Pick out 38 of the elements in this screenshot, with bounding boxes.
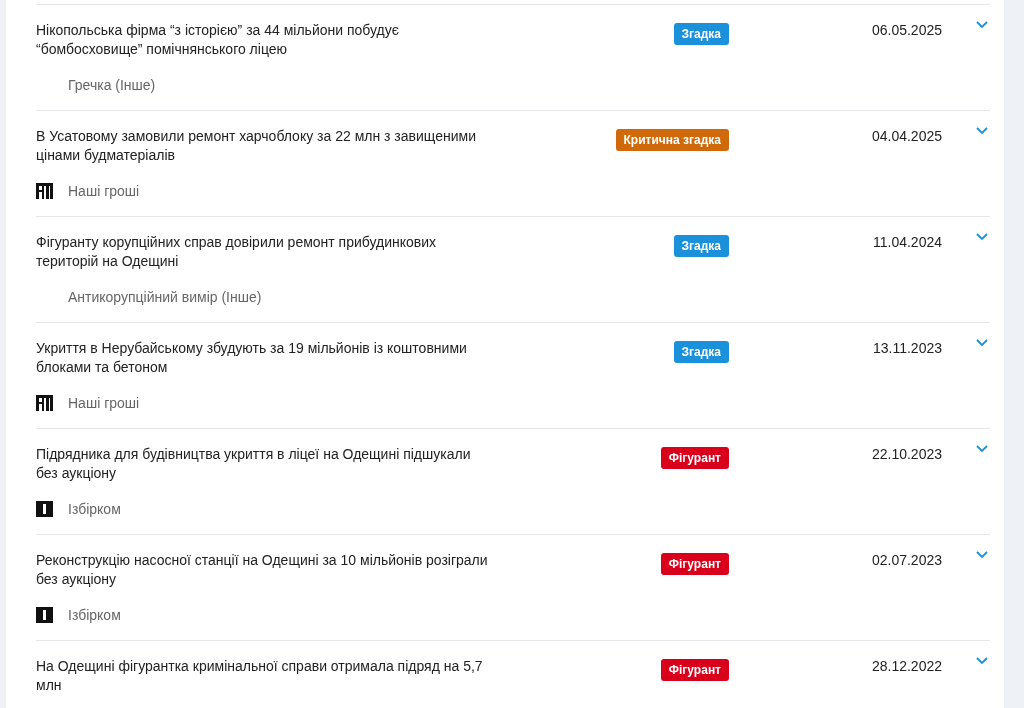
article-date: 02.07.2023	[871, 551, 942, 570]
chevron-down-icon[interactable]	[976, 339, 988, 347]
article-date: 11.04.2024	[872, 233, 942, 252]
chevron-down-icon[interactable]	[976, 21, 988, 29]
status-tag: Критична згадка	[615, 129, 729, 151]
article-date: 04.04.2025	[871, 127, 942, 146]
logo-icon	[36, 183, 53, 199]
source-name: Ізбірком	[68, 605, 121, 625]
logo-icon	[36, 501, 53, 517]
status-tag: Згадка	[673, 23, 729, 45]
article-title[interactable]: Нікопольська фірма “з історією” за 44 мільйони побудує “бомбосховище” помічнянського ліцею	[36, 21, 506, 59]
status-tag: Фігурант	[660, 447, 729, 469]
article-date: 28.12.2022	[871, 657, 942, 676]
article-title[interactable]: Фігуранту корупційних справ довірили ремонт прибудинкових територій на Одещині	[36, 233, 506, 271]
chevron-down-icon[interactable]	[976, 127, 988, 135]
chevron-down-icon[interactable]	[976, 657, 988, 665]
article-title[interactable]: Реконструкцію насосної станції на Одещині за 10 мільйонів розіграли без аукціону	[36, 551, 506, 589]
status-tag: Фігурант	[660, 659, 729, 681]
logo-icon	[36, 395, 53, 411]
chevron-down-icon[interactable]	[976, 445, 988, 453]
source-name: Наші гроші	[68, 393, 140, 413]
article-title[interactable]: Укриття в Нерубайському збудують за 19 мільйонів із коштовними блоками та бетоном	[36, 339, 506, 377]
chevron-down-icon[interactable]	[976, 551, 988, 559]
article-date: 06.05.2025	[871, 21, 942, 40]
logo-icon	[36, 607, 53, 623]
source-name: Наші гроші	[68, 181, 140, 201]
article-date: 13.11.2023	[872, 339, 942, 358]
status-tag: Згадка	[673, 235, 729, 257]
source-name: Ізбірком	[68, 499, 121, 519]
article-date: 22.10.2023	[871, 445, 942, 464]
source-name: Гречка (Інше)	[68, 75, 156, 95]
article-title[interactable]: В Усатовому замовили ремонт харчоблоку за 22 млн з завищеними цінами будматеріалів	[36, 127, 506, 165]
chevron-down-icon[interactable]	[976, 233, 988, 241]
article-title[interactable]: На Одещині фігурантка кримінальної справи отримала підряд на 5,7 млн	[36, 657, 506, 695]
source-name: Антикорупційний вимір (Інше)	[68, 287, 262, 307]
status-tag: Фігурант	[660, 553, 729, 575]
article-title[interactable]: Підрядника для будівництва укриття в ліцеї на Одещині підшукали без аукціону	[36, 445, 506, 483]
status-tag: Згадка	[673, 341, 729, 363]
